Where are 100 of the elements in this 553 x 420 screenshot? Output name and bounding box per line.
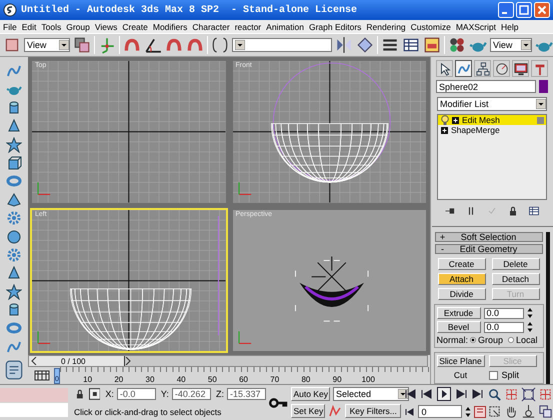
dropdown-arrow-icon[interactable] — [521, 40, 531, 50]
key-set-dropdown[interactable]: Selected — [332, 386, 409, 401]
key-mode-icon[interactable] — [328, 404, 342, 418]
menu-item[interactable]: Help — [500, 22, 518, 32]
angle-icon[interactable] — [144, 36, 162, 54]
menu-item[interactable]: Tools — [41, 22, 62, 32]
key-filters-button[interactable]: Key Filters... — [345, 404, 402, 418]
menu-item[interactable]: MAXScript — [456, 22, 496, 32]
sphere-icon[interactable] — [6, 228, 22, 245]
table-icon[interactable] — [402, 36, 420, 54]
coordinate-field[interactable]: -40.262 — [172, 388, 211, 400]
auto-key-button[interactable]: Auto Key — [291, 386, 330, 401]
close-icon[interactable] — [534, 2, 550, 18]
curve-icon[interactable] — [6, 63, 22, 79]
time-slider[interactable]: 0 / 100 — [28, 355, 428, 367]
number-field[interactable]: 0.0 — [484, 322, 524, 332]
menu-item[interactable]: Character — [192, 22, 230, 32]
key-mode-toggle-icon[interactable] — [403, 406, 416, 418]
time-slider-thumb[interactable]: 0 / 100 — [29, 356, 125, 366]
set-key-button[interactable]: Set Key — [291, 404, 326, 418]
menu-item[interactable]: Group — [66, 22, 90, 32]
brackets-icon[interactable] — [211, 36, 229, 54]
menu-item[interactable]: Graph Editors — [308, 22, 362, 32]
panel-button[interactable]: Cut — [436, 369, 484, 381]
spinner-arrows-icon[interactable] — [526, 321, 532, 333]
panel-button[interactable]: Delete — [492, 258, 540, 270]
padlock-icon[interactable] — [74, 388, 86, 400]
expand-icon[interactable] — [452, 116, 459, 124]
menu-item[interactable]: Rendering — [366, 22, 406, 32]
pyramid-icon[interactable] — [6, 192, 22, 208]
script-icon[interactable] — [3, 359, 25, 381]
radio-button[interactable] — [470, 336, 476, 344]
orbit-icon[interactable] — [521, 404, 536, 418]
stack-item[interactable]: Edit Mesh — [438, 115, 546, 125]
panel-tab[interactable] — [474, 60, 491, 77]
scrollbar[interactable] — [546, 232, 550, 384]
panel-tab[interactable] — [493, 60, 510, 77]
panel-tab[interactable] — [436, 60, 453, 77]
mirror-icon[interactable] — [335, 36, 353, 54]
selection-toggle-icon[interactable] — [88, 388, 100, 400]
color-swatch[interactable] — [539, 80, 548, 93]
object-name-field[interactable]: Sphere02 — [436, 80, 536, 93]
coordinate-field[interactable]: -0.0 — [116, 388, 156, 400]
padlock-icon[interactable] — [507, 205, 519, 217]
previous-frame-icon[interactable] — [420, 387, 434, 401]
maximize-icon[interactable] — [538, 404, 553, 418]
stack-item[interactable]: ShapeMerge — [438, 125, 546, 135]
panel-button[interactable]: Extrude — [436, 307, 480, 319]
diamond-icon[interactable] — [356, 36, 374, 54]
star-icon[interactable] — [6, 284, 22, 300]
cone-icon[interactable] — [6, 118, 22, 134]
square-icon[interactable] — [3, 36, 21, 54]
stacked-squares-icon[interactable] — [73, 36, 91, 54]
panel-button[interactable]: Attach — [438, 273, 486, 285]
zoom-box-icon[interactable] — [504, 386, 520, 402]
cube-icon[interactable] — [6, 154, 22, 171]
dropdown-arrow-icon[interactable] — [235, 40, 245, 50]
panel-button[interactable]: Divide — [438, 288, 486, 300]
go-to-end-icon[interactable] — [471, 387, 486, 401]
number-field[interactable]: 0.0 — [484, 308, 524, 318]
reference-coordinate-dropdown[interactable]: View — [24, 38, 70, 52]
spinner-arrows-icon[interactable] — [526, 307, 532, 319]
chevron-right-icon[interactable] — [125, 357, 131, 365]
dropdown-arrow-icon[interactable] — [398, 388, 408, 399]
time-config-icon[interactable] — [474, 406, 486, 418]
minimize-icon[interactable] — [498, 2, 514, 18]
menu-item[interactable]: Edit — [22, 22, 36, 32]
table-icon[interactable] — [528, 205, 540, 217]
menu-item[interactable]: Views — [94, 22, 118, 32]
render-type-dropdown[interactable]: View — [490, 38, 532, 52]
frame-icon[interactable] — [521, 386, 536, 402]
chevron-left-icon[interactable] — [31, 357, 37, 365]
panel-button[interactable]: Detach — [492, 273, 540, 285]
script-output-field[interactable] — [0, 403, 68, 417]
panel-tab[interactable] — [512, 60, 529, 77]
script-listener-field[interactable] — [0, 388, 68, 402]
region-icon[interactable] — [487, 404, 502, 418]
current-frame-field[interactable]: 0 — [418, 405, 462, 418]
rollout-header[interactable]: - Edit Geometry — [434, 244, 542, 254]
play-icon[interactable] — [437, 387, 452, 401]
maximize-icon[interactable] — [516, 2, 532, 18]
panel-tab[interactable] — [455, 60, 472, 77]
checkmark-icon[interactable] — [486, 205, 498, 217]
checkbox[interactable] — [488, 370, 498, 380]
lightbulb-icon[interactable] — [441, 115, 449, 125]
panel-button[interactable]: Slice Plane — [436, 355, 484, 367]
menu-item[interactable]: Customize — [410, 22, 451, 32]
coordinate-field[interactable]: -15.337 — [226, 388, 266, 400]
expand-icon[interactable] — [441, 126, 448, 134]
next-frame-icon[interactable] — [454, 387, 468, 401]
modifier-list-dropdown[interactable]: Modifier List — [437, 97, 547, 111]
selection-set-dropdown[interactable] — [232, 38, 332, 52]
spheres-icon[interactable] — [448, 36, 466, 54]
zoom-box-icon[interactable] — [538, 386, 553, 402]
menu-item[interactable]: File — [3, 22, 17, 32]
spinner-arrows-icon[interactable] — [465, 406, 472, 418]
dropdown-arrow-icon[interactable] — [536, 99, 546, 109]
menu-item[interactable]: reactor — [234, 22, 262, 32]
rollout-header[interactable]: + Soft Selection — [434, 232, 542, 242]
menu-item[interactable]: Create — [122, 22, 148, 32]
